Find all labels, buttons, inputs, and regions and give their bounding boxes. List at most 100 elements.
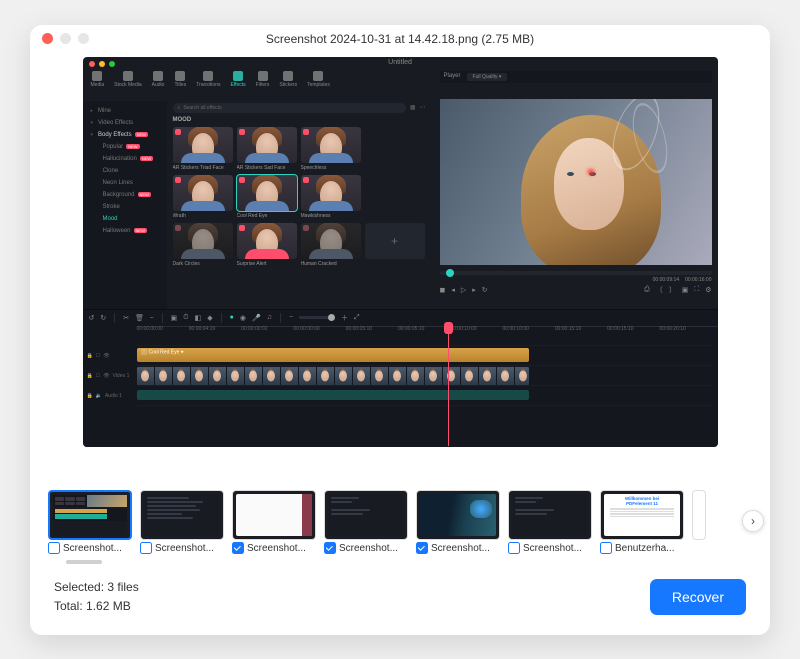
mood-item[interactable]: Wrath (173, 175, 233, 219)
sidebar-item-popular[interactable]: Popular NEW (89, 141, 161, 153)
maximize-icon (78, 33, 89, 44)
effects-grid: ⌕Search all effects ▦ ⋯ MOOD AR Stickers… (167, 101, 432, 309)
thumbnail-card[interactable]: Screenshot... (324, 490, 408, 554)
next-page-button[interactable]: › (742, 510, 764, 532)
toolbar-media[interactable]: Media (91, 71, 105, 88)
sidebar-item-halloween[interactable]: Halloween NEW (89, 225, 161, 237)
thumbnail-checkbox[interactable] (416, 542, 428, 554)
toolbar-stock-media[interactable]: Stock Media (114, 71, 142, 88)
mood-item[interactable]: Surprise Alert (237, 223, 297, 267)
current-time: 00:00:09:14 (653, 277, 679, 283)
close-icon[interactable] (42, 33, 53, 44)
thumbnail-name: Screenshot... (247, 543, 306, 554)
cut-icon[interactable]: ✂ (123, 314, 129, 322)
mood-label: Cool Red Eye (237, 213, 297, 219)
player-scrubber[interactable] (440, 271, 712, 275)
file-preview: Untitled Media Stock Media Audio Titles Tran… (30, 53, 770, 483)
mood-label: Mawkishness (301, 213, 361, 219)
audio-clip[interactable] (137, 390, 529, 400)
sidebar-item-neon-lines[interactable]: Neon Lines (89, 177, 161, 189)
add-effect-button[interactable]: + (365, 223, 425, 259)
color-icon[interactable]: ◧ (195, 314, 202, 322)
record-icon[interactable]: ◉ (240, 314, 246, 322)
mood-item[interactable]: Cool Red Eye (237, 175, 297, 219)
quality-select[interactable]: Full Quality ▾ (467, 73, 508, 81)
total-size: Total: 1.62 MB (54, 597, 139, 616)
marker-icon[interactable]: ● (230, 314, 234, 321)
mark-out-icon[interactable]: 〕 (669, 285, 676, 295)
mood-item[interactable]: AR Stickers Triad Face (173, 127, 233, 171)
thumbnail-checkbox[interactable] (508, 542, 520, 554)
editor-toolbar: Media Stock Media Audio Titles Transitions Ef… (91, 71, 330, 88)
crop-icon[interactable]: ▣ (682, 286, 689, 294)
mood-item[interactable]: Speechless (301, 127, 361, 171)
toolbar-effects[interactable]: Effects (230, 71, 245, 88)
settings-icon[interactable]: ⚙ (705, 286, 711, 294)
fullscreen-icon[interactable]: ⛶ (694, 286, 699, 294)
sidebar-item-stroke[interactable]: Stroke (89, 201, 161, 213)
toolbar-transitions[interactable]: Transitions (196, 71, 220, 88)
grid-view-icon[interactable]: ▦ (410, 104, 416, 111)
play-icon[interactable]: ▷ (461, 286, 466, 294)
timeline-ruler[interactable]: 00:00:00:0000:00:04:1900:00:00:0200:00:0… (137, 326, 718, 338)
scroll-indicator (66, 560, 102, 564)
thumbnail-name: Screenshot... (339, 543, 398, 554)
mood-item[interactable]: Human Cracked (301, 223, 361, 267)
mark-in-icon[interactable]: 〔 (656, 285, 663, 295)
toolbar-titles[interactable]: Titles (174, 71, 186, 88)
thumbnail-name: Screenshot... (431, 543, 490, 554)
thumbnail-checkbox[interactable] (600, 542, 612, 554)
thumbnail-card[interactable]: Screenshot... (416, 490, 500, 554)
mixer-icon[interactable]: ♫ (267, 314, 272, 321)
toolbar-templates[interactable]: Templates (307, 71, 330, 88)
search-input[interactable]: ⌕Search all effects (173, 103, 406, 113)
undo-icon[interactable]: ↺ (89, 314, 95, 322)
thumbnail-card[interactable]: Screenshot... (508, 490, 592, 554)
thumbnail-checkbox[interactable] (48, 542, 60, 554)
project-title: Untitled (388, 59, 412, 66)
thumbnail-card[interactable]: Screenshot... (48, 490, 132, 554)
toolbar-stickers[interactable]: Stickers (279, 71, 297, 88)
thumbnail-checkbox[interactable] (140, 542, 152, 554)
fit-icon[interactable]: ⤢ (354, 314, 360, 322)
snapshot-icon[interactable]: ⎙ (644, 286, 650, 294)
chevron-right-icon: › (751, 514, 755, 528)
zoom-slider[interactable] (299, 316, 335, 319)
speed-icon[interactable]: ⏱ (183, 314, 188, 322)
thumbnail-checkbox[interactable] (324, 542, 336, 554)
video-clip[interactable]: White girl with blonde hair smili… (137, 367, 529, 385)
toolbar-filters[interactable]: Filters (256, 71, 270, 88)
toolbar-audio[interactable]: Audio (152, 71, 165, 88)
mood-label: AR Stickers Triad Face (173, 165, 233, 171)
thumbnail-card[interactable]: Willkommen beiPDFelement 11Benutzerha... (600, 490, 684, 554)
sidebar-item-mood[interactable]: Mood (89, 213, 161, 225)
crop-tool-icon[interactable]: ▣ (171, 314, 178, 322)
keyframe-icon[interactable]: ◆ (207, 314, 212, 322)
loop-icon[interactable]: ↻ (482, 286, 488, 294)
thumbnail-checkbox[interactable] (232, 542, 244, 554)
mic-icon[interactable]: 🎤 (252, 314, 261, 322)
redo-icon[interactable]: ↻ (100, 314, 106, 322)
mood-item[interactable]: AR Stickers Sad Face (237, 127, 297, 171)
zoom-out-icon[interactable]: − (289, 314, 293, 321)
window-controls (42, 33, 89, 44)
mood-label: Dark Circles (173, 261, 233, 267)
more-icon[interactable]: ⋯ (420, 104, 426, 111)
mood-item[interactable]: Mawkishness (301, 175, 361, 219)
thumbnail-card-partial[interactable] (692, 490, 706, 540)
sidebar-item-background[interactable]: Background NEW (89, 189, 161, 201)
fx-clip[interactable]: Cool Red Eye ♥ (137, 348, 529, 362)
prev-icon[interactable]: ◂ (451, 286, 455, 294)
thumbnail-name: Benutzerha... (615, 543, 674, 554)
delete-icon[interactable]: 🗑 (135, 314, 144, 322)
zoom-in-icon[interactable]: ＋ (341, 313, 348, 323)
stop-icon[interactable]: ◼ (440, 286, 446, 294)
recover-button[interactable]: Recover (650, 579, 746, 615)
sidebar-item-clone[interactable]: Clone (89, 165, 161, 177)
split-icon[interactable]: ⎯ (150, 314, 154, 322)
next-icon[interactable]: ▸ (472, 286, 476, 294)
sidebar-item-hallucination[interactable]: Hallucination NEW (89, 153, 161, 165)
mood-item[interactable]: Dark Circles (173, 223, 233, 267)
thumbnail-card[interactable]: Screenshot... (140, 490, 224, 554)
thumbnail-card[interactable]: Screenshot... (232, 490, 316, 554)
